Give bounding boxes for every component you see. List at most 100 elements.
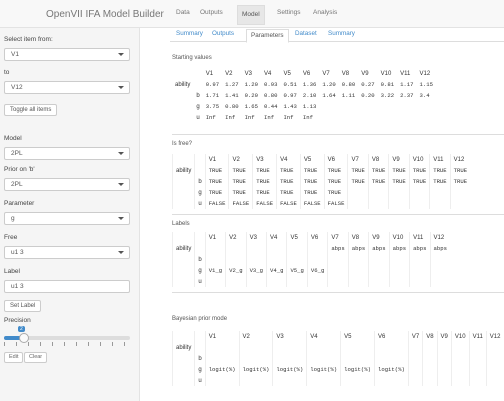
table-cell [358, 112, 377, 123]
edit-button[interactable]: Edit [4, 352, 24, 363]
column-header: V4 [265, 232, 287, 243]
select-item-dropdown[interactable]: V1 [4, 48, 130, 61]
row-param-label: g [194, 187, 206, 198]
to-item-value: V12 [11, 84, 23, 91]
table-row: b [171, 254, 450, 265]
nav-settings[interactable]: Settings [277, 9, 301, 16]
table-cell [436, 342, 452, 353]
table-cell [367, 187, 389, 198]
table-cell [449, 187, 471, 198]
table-cell: TRUE [299, 187, 325, 198]
table-cell [204, 353, 240, 364]
set-label-button[interactable]: Set Label [4, 300, 42, 312]
table-row: g 3.75 0.80 1.65 0.44 1.43 1.13 [172, 101, 436, 112]
table-header-row: V1 V2 V3 V4 V5 V6 V7 V8 V9 V10 V11 V12 [171, 331, 504, 342]
table-cell [245, 276, 267, 287]
row-param-label [194, 243, 206, 254]
label-label: Label [4, 268, 20, 275]
table-cell: 0.20 [361, 92, 375, 99]
column-header: V9 [361, 70, 369, 77]
table-cell: TRUE [228, 165, 253, 176]
row-group-label [172, 90, 193, 101]
table-cell [407, 364, 423, 375]
table-cell: TRUE [408, 165, 430, 176]
column-header: V1 [204, 232, 226, 243]
sidebar: Select item from: V1 to V12 Toggle all i… [0, 28, 140, 401]
toggle-all-button[interactable]: Toggle all items [4, 104, 58, 116]
table-cell: TRUE [228, 176, 253, 187]
row-param-label: g [194, 364, 206, 375]
column-header [194, 232, 206, 243]
column-header: V4 [264, 70, 272, 77]
column-header: V7 [327, 232, 349, 243]
table-cell [468, 353, 487, 364]
table-cell [347, 254, 369, 265]
table-cell: TRUE [204, 187, 229, 198]
table-cell: TRUE [323, 187, 348, 198]
to-item-dropdown[interactable]: V12 [4, 81, 130, 94]
table-cell [319, 101, 338, 112]
nav-data[interactable]: Data [176, 9, 190, 16]
table-cell [388, 254, 410, 265]
table-cell [225, 276, 247, 287]
table-cell [306, 243, 328, 254]
slider-ticks [4, 342, 130, 346]
table-cell [485, 375, 504, 386]
column-header [194, 154, 206, 165]
table-cell: TRUE [252, 187, 277, 198]
table-cell [265, 254, 287, 265]
column-header: V8 [367, 154, 389, 165]
table-cell: 1.64 [322, 92, 336, 99]
tab-summary-2[interactable]: Summary [328, 30, 355, 37]
row-param-label: g [196, 103, 200, 110]
column-header: V2 [225, 232, 247, 243]
table-cell [429, 265, 450, 276]
chevron-down-icon [118, 152, 124, 155]
section-title-bayesian-priors: Bayesian prior mode [172, 316, 228, 322]
precision-slider[interactable]: 2 [4, 326, 130, 348]
table-cell: V5_g [286, 265, 308, 276]
table-cell: Inf [283, 114, 294, 121]
table-cell [204, 375, 240, 386]
table-cell: 0.97 [283, 92, 297, 99]
column-header: V12 [419, 70, 431, 77]
tab-dataset[interactable]: Dataset [295, 30, 317, 37]
nav-analysis[interactable]: Analysis [313, 9, 337, 16]
precision-label: Precision [4, 317, 31, 324]
table-cell [485, 353, 504, 364]
table-cell: 1.71 [205, 92, 220, 99]
clear-button[interactable]: Clear [24, 352, 48, 363]
label-input[interactable]: u1 3 [4, 280, 130, 293]
column-header: V10 [450, 331, 470, 342]
parameter-dropdown[interactable]: g [4, 212, 130, 225]
tab-parameters[interactable]: Parameters [246, 29, 289, 43]
table-cell [204, 243, 226, 254]
divider [172, 292, 504, 293]
model-dropdown[interactable]: 2PL [4, 147, 130, 160]
tab-summary[interactable]: Summary [176, 30, 203, 37]
table-cell [429, 254, 450, 265]
labels-table: V1 V2 V3 V4 V5 V6 V7 V8 V9 V10 V11 V12 ability abps ab… [171, 232, 450, 287]
row-param-label: u [194, 276, 206, 287]
row-param-label: u [196, 114, 200, 121]
table-cell [306, 254, 328, 265]
table-cell: 3.4 [419, 92, 430, 99]
tab-outputs[interactable]: Outputs [212, 30, 234, 37]
table-cell: 1.13 [302, 103, 317, 110]
table-cell [358, 101, 377, 112]
free-dropdown[interactable]: u1 3 [4, 246, 130, 259]
table-row: b TRUE TRUE TRUE TRUE TRUE TRUE TRUE TRUE TRUE TRU… [171, 176, 471, 187]
table-cell [368, 254, 390, 265]
table-cell: TRUE [323, 176, 348, 187]
table-cell: logit(%) [340, 364, 375, 375]
table-cell [422, 375, 438, 386]
nav-outputs[interactable]: Outputs [200, 9, 223, 16]
table-cell [429, 276, 450, 287]
nav-model[interactable]: Model [237, 5, 265, 25]
prior-dropdown[interactable]: 2PL [4, 178, 130, 191]
table-cell: 2.10 [302, 92, 317, 99]
table-cell [408, 187, 430, 198]
app-brand[interactable]: OpenVII IFA Model Builder [46, 9, 164, 20]
table-cell [272, 353, 307, 364]
table-cell [327, 276, 349, 287]
